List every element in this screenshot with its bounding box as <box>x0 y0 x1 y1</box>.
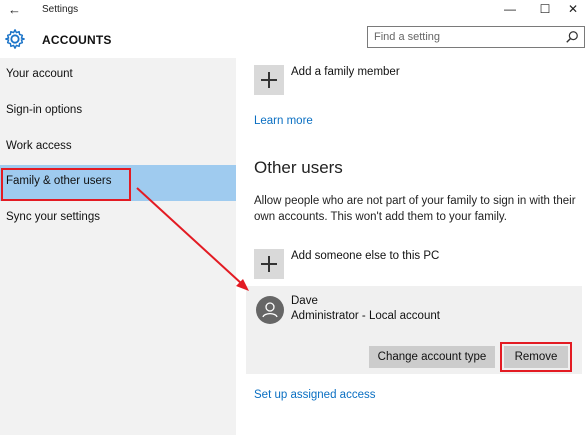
title-bar: ← Settings — ☐ ✕ <box>0 0 587 20</box>
user-name: Dave <box>291 295 318 307</box>
other-users-description: Allow people who are not part of your fa… <box>254 195 576 223</box>
add-someone-else-button[interactable]: Add someone else to this PC <box>291 250 439 262</box>
close-icon[interactable]: ✕ <box>558 0 587 20</box>
search-input[interactable]: Find a setting <box>367 26 585 48</box>
gear-icon <box>5 29 25 49</box>
back-arrow-icon[interactable]: ← <box>8 2 21 17</box>
maximize-icon[interactable]: ☐ <box>530 0 560 20</box>
learn-more-link[interactable]: Learn more <box>254 115 313 127</box>
sidebar-item-label: Sign-in options <box>6 104 83 116</box>
search-placeholder: Find a setting <box>374 31 441 43</box>
add-someone-else-plus-icon[interactable] <box>254 249 284 279</box>
add-family-member-button[interactable]: Add a family member <box>291 66 400 78</box>
sidebar-item-label: Work access <box>6 140 72 152</box>
change-account-type-button[interactable]: Change account type <box>369 346 495 368</box>
user-account-type: Administrator - Local account <box>291 310 440 322</box>
sidebar-item-work-access[interactable]: Work access <box>0 130 236 166</box>
add-family-member-plus-icon[interactable] <box>254 65 284 95</box>
sidebar-item-sign-in-options[interactable]: Sign-in options <box>0 94 236 130</box>
window-title: Settings <box>42 4 79 15</box>
sidebar: Your account Sign-in options Work access… <box>0 58 236 435</box>
sidebar-item-label: Your account <box>6 68 73 80</box>
other-users-heading: Other users <box>254 158 343 177</box>
page-title: ACCOUNTS <box>42 33 112 47</box>
sidebar-item-sync-settings[interactable]: Sync your settings <box>0 201 236 237</box>
set-up-assigned-access-link[interactable]: Set up assigned access <box>254 389 375 401</box>
sidebar-item-your-account[interactable]: Your account <box>0 58 236 94</box>
sidebar-item-label: Sync your settings <box>6 211 100 223</box>
annotation-highlight-box <box>1 168 131 201</box>
search-icon[interactable] <box>565 30 579 44</box>
person-icon <box>256 296 284 324</box>
annotation-highlight-box <box>500 342 572 372</box>
minimize-icon[interactable]: — <box>495 0 525 20</box>
